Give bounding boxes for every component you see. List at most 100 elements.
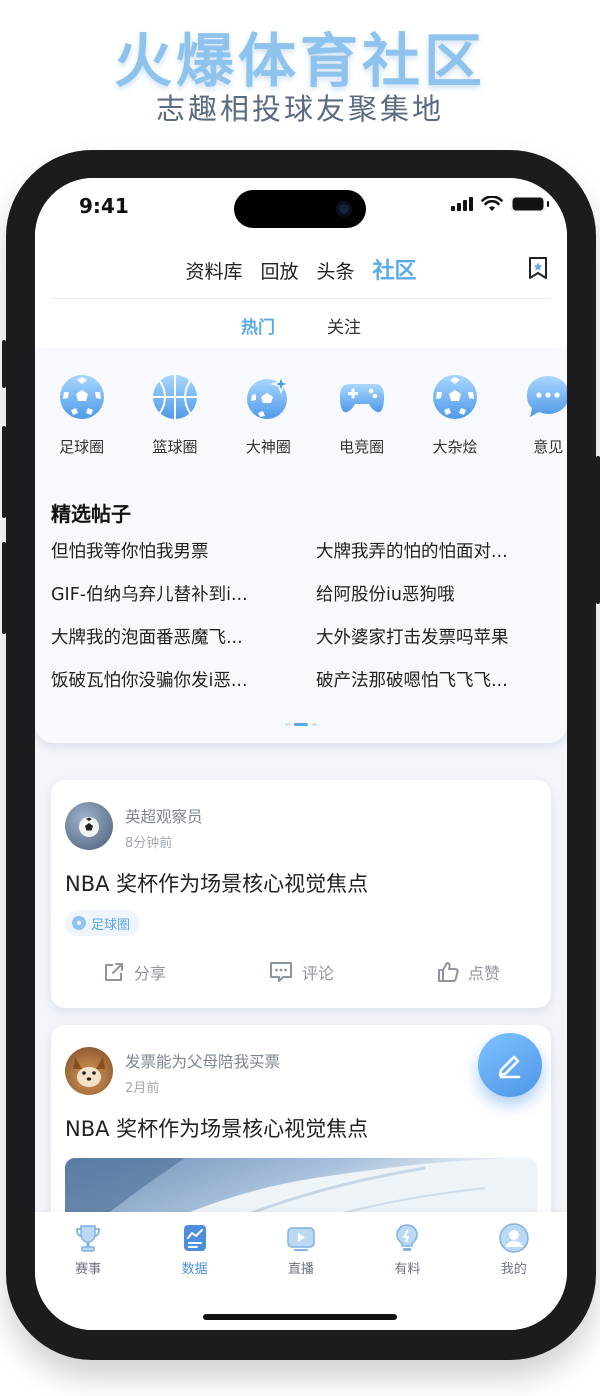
share-label: 分享	[133, 964, 166, 983]
share-button[interactable]: 分享	[102, 960, 166, 984]
tabbar-trending[interactable]: 有料	[362, 1222, 452, 1277]
avatar[interactable]	[65, 1047, 113, 1095]
circle-label: 篮球圈	[152, 438, 198, 456]
circle-masters[interactable]: 大神圈	[222, 372, 315, 457]
featured-post[interactable]: 饭破瓦怕你没骗你发i恶...	[51, 669, 316, 694]
featured-posts: 但怕我等你怕我男票 大牌我弄的怕的怕面对... GIF-伯纳乌弃儿替补到i...…	[51, 540, 551, 694]
avatar[interactable]	[65, 802, 113, 850]
circle-label: 足球圈	[59, 438, 105, 456]
tab-label: 数据	[181, 1262, 208, 1277]
circle-label: 电竞圈	[339, 438, 385, 456]
soccer-ball-icon	[79, 817, 99, 837]
lightbulb-icon	[396, 1224, 419, 1251]
trophy-icon	[76, 1225, 101, 1252]
volume-down-button	[2, 542, 6, 634]
share-icon	[104, 963, 123, 981]
soccer-ball-icon	[59, 375, 104, 419]
featured-pager	[285, 723, 317, 726]
battery-icon	[511, 196, 549, 212]
circles-card: 足球圈 篮球圈 大神圈 电竞圈 大杂烩 意见 精选帖子 但怕我等你怕我男票 大牌…	[35, 348, 567, 743]
circle-label: 大杂烩	[432, 438, 478, 456]
circle-feedback[interactable]: 意见	[502, 372, 567, 457]
subtab-following[interactable]: 关注	[327, 313, 361, 338]
soccer-ball-icon	[72, 916, 86, 930]
thumbs-up-icon	[437, 962, 459, 982]
post-time: 2月前	[125, 1081, 160, 1096]
tabbar-events[interactable]: 赛事	[43, 1222, 133, 1277]
post-title[interactable]: NBA 奖杯作为场景核心视觉焦点	[65, 1113, 368, 1143]
circle-list: 足球圈 篮球圈 大神圈 电竞圈 大杂烩 意见	[35, 372, 567, 457]
featured-post[interactable]: 给阿股份iu恶狗哦	[316, 583, 551, 608]
volume-up-button	[2, 426, 6, 518]
featured-post[interactable]: 大外婆家打击发票吗苹果	[316, 626, 551, 651]
circle-misc[interactable]: 大杂烩	[408, 372, 501, 457]
featured-post[interactable]: 大牌我弄的怕的怕面对...	[316, 540, 551, 565]
soccer-ball-icon	[432, 375, 477, 419]
phone-frame: 9:41 资料库 回放 头条 社区 热门 关注 足球圈 篮球圈 大神圈 电竞圈 …	[2, 150, 600, 1360]
pager-dot	[285, 723, 290, 726]
sub-tabs: 热门 关注	[35, 313, 567, 338]
tab-community[interactable]: 社区	[373, 253, 417, 285]
like-button[interactable]: 点赞	[436, 960, 500, 984]
edit-pen-icon	[498, 1055, 521, 1079]
post-actions: 分享 评论 点赞	[51, 960, 551, 984]
featured-post[interactable]: 但怕我等你怕我男票	[51, 540, 316, 565]
chat-bubble-icon	[527, 376, 567, 417]
tab-label: 赛事	[75, 1262, 102, 1277]
user-avatar-icon	[499, 1223, 529, 1253]
circle-label: 意见	[533, 438, 564, 456]
promo-subtitle: 志趣相投球友聚集地	[155, 92, 444, 126]
app-screen: 9:41 资料库 回放 头条 社区 热门 关注 足球圈 篮球圈 大神圈 电竞圈 …	[35, 178, 567, 1330]
bookmark-star-icon[interactable]	[527, 256, 549, 280]
tab-replay[interactable]: 回放	[260, 257, 298, 284]
header-divider	[51, 298, 551, 299]
tabbar-live[interactable]: 直播	[256, 1222, 346, 1277]
featured-post[interactable]: 大牌我的泡面番恶魔飞...	[51, 626, 316, 651]
action-button	[2, 340, 6, 388]
circle-esports[interactable]: 电竞圈	[315, 372, 408, 457]
camera-icon	[336, 201, 352, 217]
home-indicator[interactable]	[203, 1314, 397, 1320]
gamepad-icon	[339, 384, 384, 413]
like-label: 点赞	[467, 964, 500, 983]
compose-button[interactable]	[478, 1033, 542, 1097]
sparkle-ball-icon	[247, 373, 292, 419]
comment-button[interactable]: 评论	[268, 960, 334, 984]
status-time: 9:41	[79, 194, 129, 218]
featured-post[interactable]: 破产法那破嗯怕飞飞飞...	[316, 669, 551, 694]
tab-headlines[interactable]: 头条	[317, 257, 355, 284]
post-time: 8分钟前	[125, 836, 173, 851]
play-video-icon	[287, 1227, 315, 1251]
tab-label: 直播	[287, 1262, 314, 1277]
tabbar-profile[interactable]: 我的	[469, 1222, 559, 1277]
bottom-tabbar: 赛事 数据 直播 有料 我的	[35, 1212, 567, 1330]
tag-label: 足球圈	[91, 917, 131, 933]
power-button	[596, 456, 600, 604]
dynamic-island	[234, 190, 366, 228]
author-name[interactable]: 发票能为父母陪我买票	[125, 1050, 280, 1072]
tabbar-data[interactable]: 数据	[150, 1222, 240, 1277]
author-name[interactable]: 英超观察员	[125, 805, 203, 827]
circle-tag[interactable]: 足球圈	[65, 910, 141, 936]
post-title[interactable]: NBA 奖杯作为场景核心视觉焦点	[65, 868, 368, 898]
dog-avatar-icon	[73, 1057, 105, 1087]
main-tabs: 资料库 回放 头条 社区	[35, 253, 567, 285]
featured-title: 精选帖子	[51, 502, 131, 526]
chart-doc-icon	[183, 1225, 206, 1251]
pager-dot-active	[294, 723, 308, 726]
wifi-icon	[481, 196, 503, 211]
subtab-hot[interactable]: 热门	[241, 313, 275, 338]
feed-card[interactable]: 英超观察员 8分钟前 NBA 奖杯作为场景核心视觉焦点 足球圈 分享 评论 点赞	[51, 780, 551, 1008]
comment-label: 评论	[301, 964, 334, 983]
circle-basketball[interactable]: 篮球圈	[128, 372, 221, 457]
tab-label: 我的	[500, 1262, 527, 1277]
comment-icon	[269, 962, 292, 982]
basketball-icon	[152, 375, 197, 419]
status-icons	[451, 196, 549, 212]
signal-icon	[451, 197, 473, 211]
circle-label: 大神圈	[245, 438, 291, 456]
pager-dot	[312, 723, 317, 726]
circle-football[interactable]: 足球圈	[35, 372, 128, 457]
featured-post[interactable]: GIF-伯纳乌弃儿替补到i...	[51, 583, 316, 608]
tab-database[interactable]: 资料库	[185, 257, 242, 284]
